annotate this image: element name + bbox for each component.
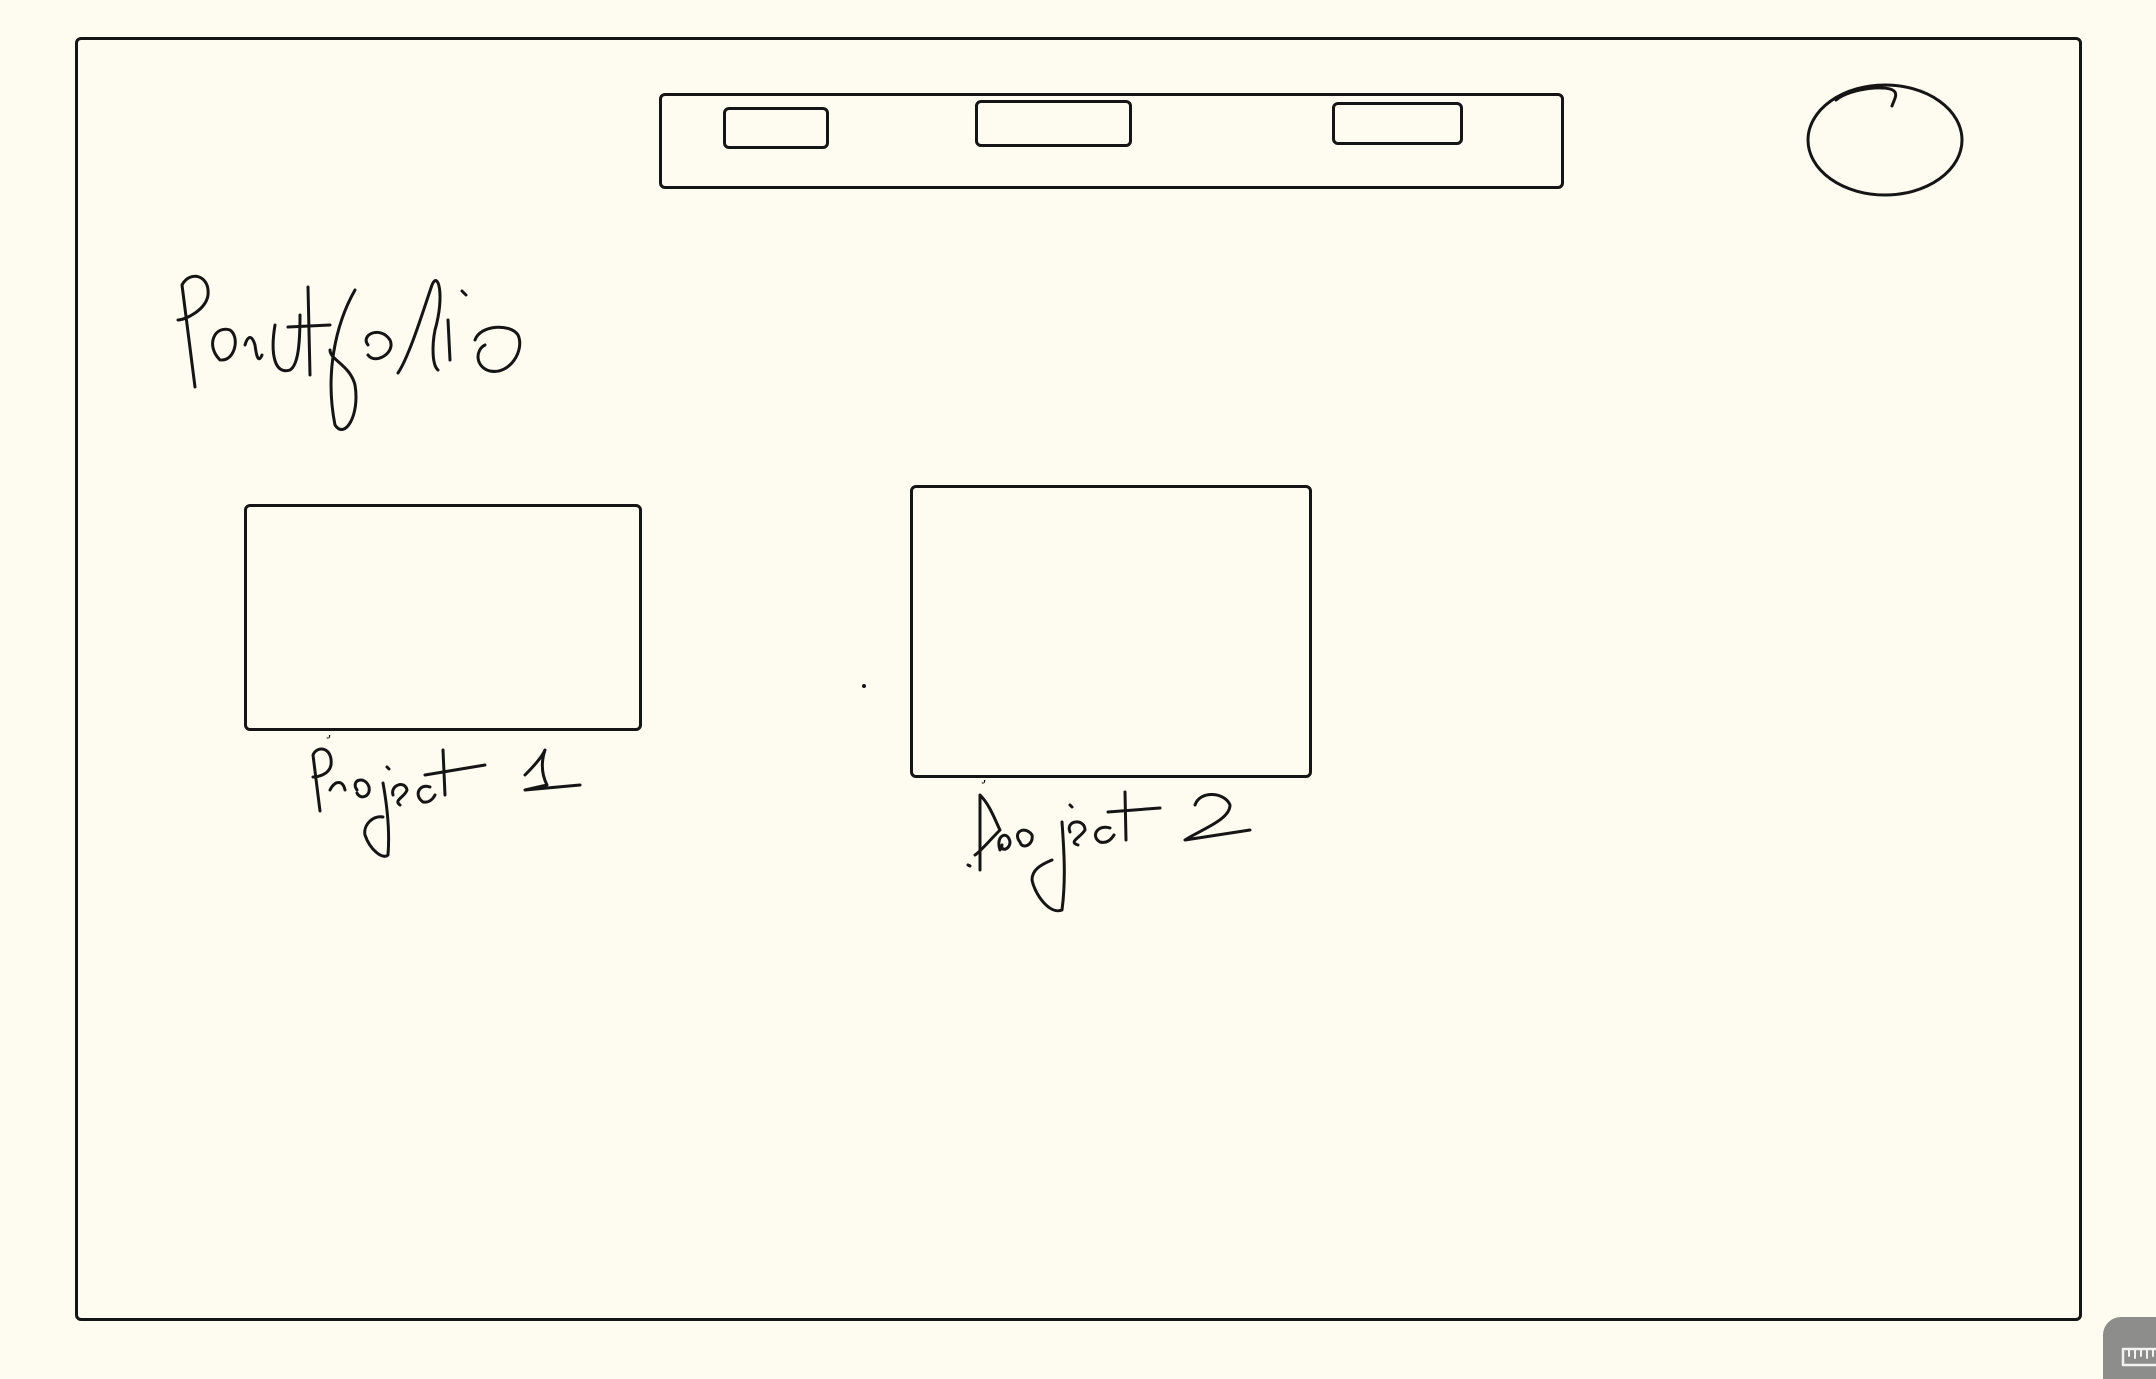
page-title: Portfolio	[170, 265, 522, 431]
nav-item-1[interactable]	[723, 107, 829, 149]
page-title-text: Portfolio	[0, 0, 1, 1]
project-1-label: Project 1	[305, 735, 582, 858]
sketch-canvas[interactable]: Portfolio Portfolio Project 1 Project 1 …	[0, 0, 2156, 1379]
avatar-circle-icon[interactable]	[1800, 78, 1964, 200]
project-card-1[interactable]	[244, 504, 642, 731]
project-card-2[interactable]	[910, 485, 1312, 778]
nav-item-3[interactable]	[1332, 102, 1463, 145]
ruler-icon	[2121, 1347, 2156, 1367]
ruler-tool-button[interactable]	[2103, 1317, 2156, 1379]
svg-text:Portfolio: Portfolio	[170, 265, 227, 269]
project-1-label-text: Project 1	[0, 0, 1, 1]
project-2-label-text: Project 2	[0, 0, 1, 1]
svg-text:Project 1: Project 1	[305, 735, 362, 739]
nav-item-2[interactable]	[975, 100, 1132, 147]
project-2-label: Project 2	[960, 780, 1252, 913]
svg-text:Project 2: Project 2	[960, 780, 1017, 784]
stray-dot	[862, 684, 866, 688]
